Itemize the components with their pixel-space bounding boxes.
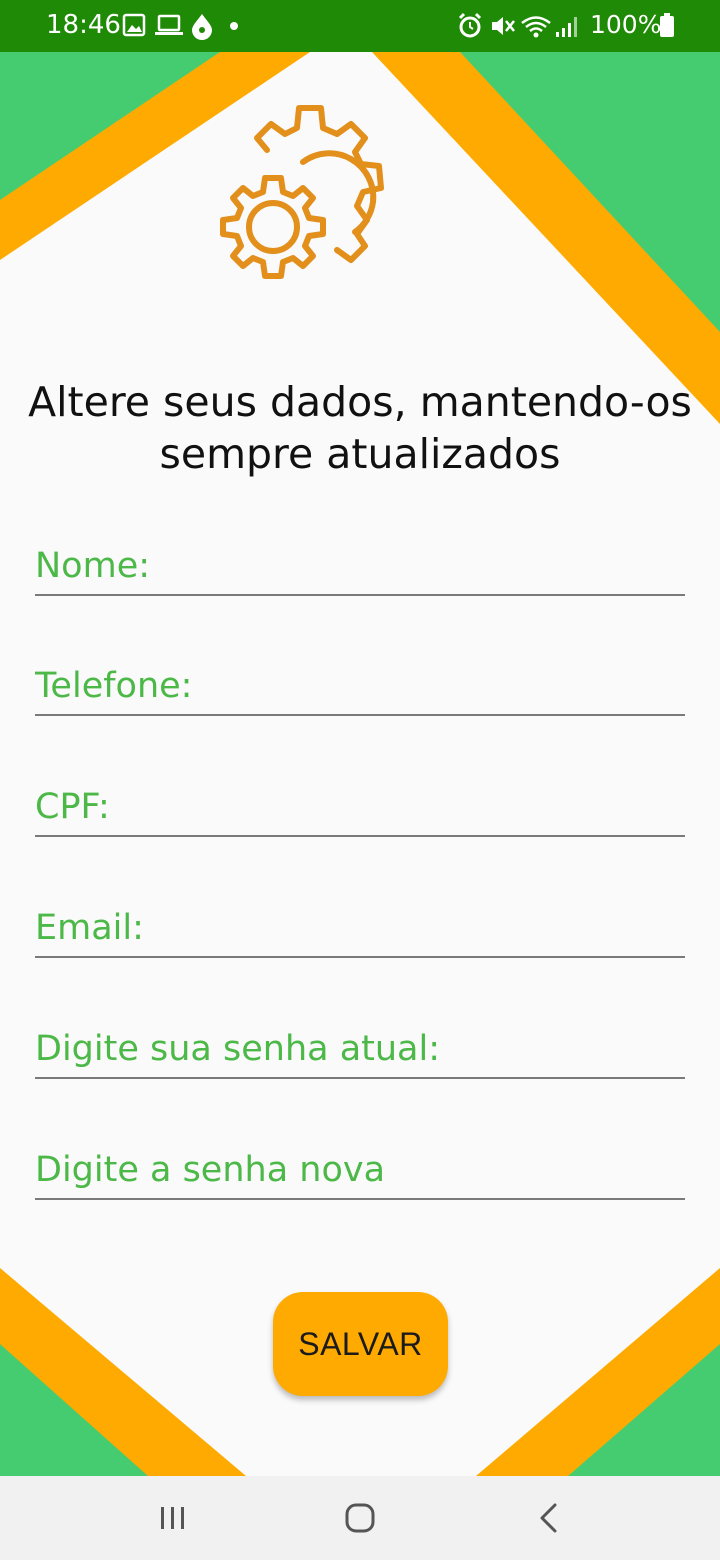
drop-icon — [192, 14, 212, 40]
status-left-icons — [122, 13, 238, 40]
status-time: 18:46 — [46, 10, 121, 40]
nav-bar — [0, 1476, 720, 1560]
recent-apps-icon[interactable] — [143, 1494, 203, 1542]
email-field[interactable] — [35, 896, 685, 958]
dot-icon — [230, 22, 238, 30]
signal-icon — [556, 17, 577, 37]
name-input[interactable] — [35, 542, 685, 590]
battery-percent: 100% — [590, 10, 662, 39]
new-password-input[interactable] — [35, 1146, 685, 1194]
status-bar: 18:46 100% — [0, 0, 720, 52]
page-title: Altere seus dados, mantendo-os sempre at… — [28, 378, 692, 478]
email-input[interactable] — [35, 904, 685, 952]
cpf-input[interactable] — [35, 783, 685, 831]
mute-icon — [492, 17, 515, 35]
status-right-icons — [458, 12, 577, 38]
home-icon[interactable] — [330, 1494, 390, 1542]
back-icon[interactable] — [518, 1494, 578, 1542]
phone-field[interactable] — [35, 654, 685, 716]
current-password-input[interactable] — [35, 1025, 685, 1073]
image-icon — [122, 13, 146, 37]
laptop-icon — [155, 14, 183, 35]
new-password-field[interactable] — [35, 1138, 685, 1200]
wifi-icon — [521, 16, 551, 38]
phone-input[interactable] — [35, 662, 685, 710]
save-button[interactable]: SALVAR — [273, 1292, 448, 1396]
battery-icon — [660, 13, 674, 37]
current-password-field[interactable] — [35, 1017, 685, 1079]
settings-gears-icon — [220, 105, 384, 279]
alarm-icon — [458, 12, 482, 38]
cpf-field[interactable] — [35, 775, 685, 837]
name-field[interactable] — [35, 534, 685, 596]
